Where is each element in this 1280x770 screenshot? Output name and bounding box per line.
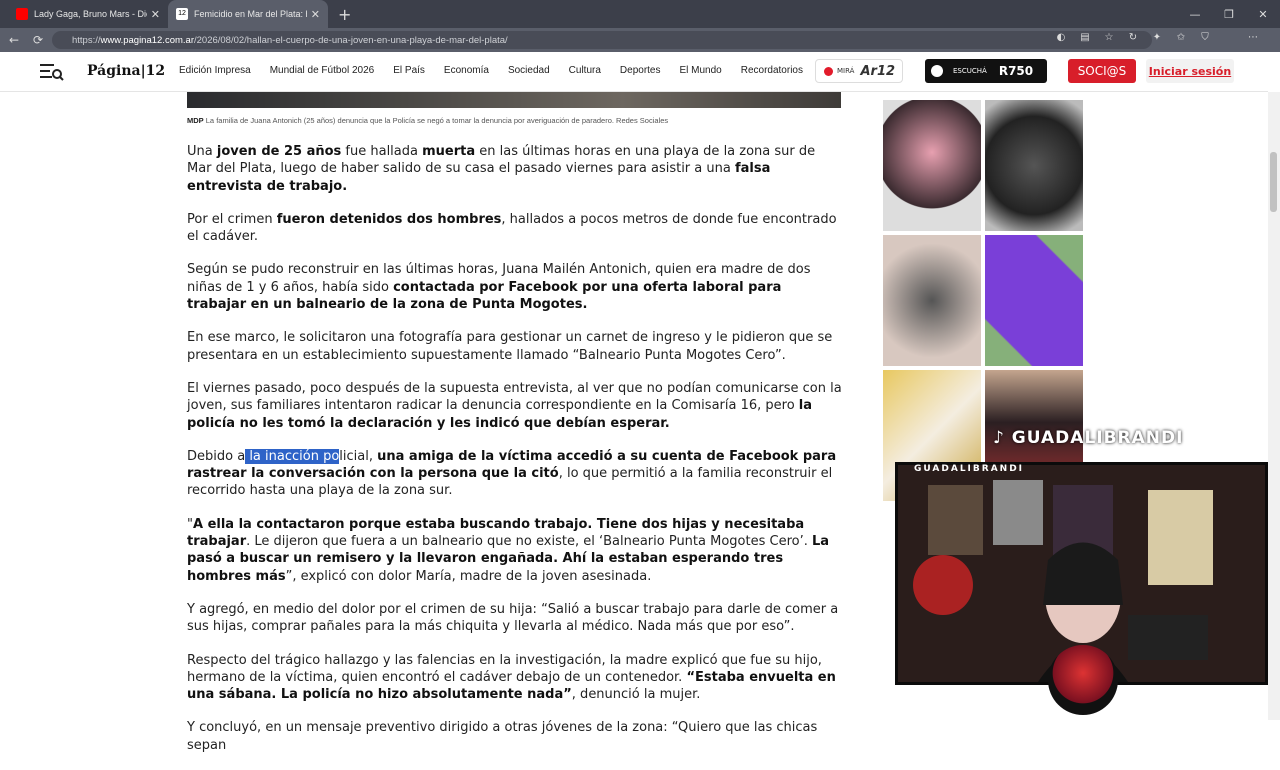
site-logo[interactable]: Página|12 <box>87 63 165 79</box>
text-run: El viernes pasado, poco después de la su… <box>187 380 842 414</box>
nav-item-el-mundo[interactable]: El Mundo <box>679 65 721 76</box>
restore-icon[interactable]: ❐ <box>1212 0 1246 28</box>
article-paragraph: En ese marco, le solicitaron una fotogra… <box>187 329 842 364</box>
extension-icon[interactable]: ◐ <box>1054 32 1068 46</box>
url-path: /2026/08/02/hallan-el-cuerpo-de-una-jove… <box>193 34 508 46</box>
text-run: Por el crimen <box>187 211 277 227</box>
article-paragraph: Según se pudo reconstruir en las últimas… <box>187 261 842 313</box>
login-button[interactable]: Iniciar sesión <box>1146 59 1234 83</box>
text-run: En ese marco, le solicitaron una fotogra… <box>187 330 833 363</box>
close-tab-icon[interactable]: ✕ <box>151 8 160 21</box>
scrollbar-thumb[interactable] <box>1270 152 1277 212</box>
tiktok-handle: ♪ GUADALIBRANDI <box>993 428 1184 448</box>
favorites-icon[interactable]: ✩ <box>1174 32 1188 46</box>
article-paragraph: "A ella la contactaron porque estaba bus… <box>187 516 842 585</box>
tab-title: Femicidio en Mar del Plata: hallan <box>194 9 307 19</box>
nav-item-el-pais[interactable]: El País <box>393 65 425 76</box>
article-paragraph: Respecto del trágico hallazgo y las fale… <box>187 652 842 704</box>
article-paragraph: Por el crimen fueron detenidos dos hombr… <box>187 211 842 246</box>
ad-image[interactable] <box>985 235 1083 366</box>
radio-button[interactable]: ESCUCHÁ R750 <box>925 59 1047 83</box>
refresh-page-icon[interactable]: ↻ <box>1126 32 1140 46</box>
main-nav: Edición Impresa Mundial de Fútbol 2026 E… <box>179 65 822 76</box>
shield-icon[interactable]: ⛉ <box>1198 32 1212 46</box>
scrollbar[interactable] <box>1268 92 1280 720</box>
tab-bar: Lady Gaga, Bruno Mars - Die ✕ 12 Femicid… <box>0 0 1280 28</box>
text-run: fue hallada <box>341 144 423 159</box>
article-paragraph: Una joven de 25 años fue hallada muerta … <box>187 143 842 195</box>
radio-label: ESCUCHÁ <box>953 67 987 75</box>
selected-text: la inacción po <box>245 448 340 464</box>
text-run: licial, <box>339 448 378 464</box>
cam-label: GUADALIBRANDI <box>914 464 1025 474</box>
play-icon <box>931 65 943 77</box>
caption-text: La familia de Juana Antonich (25 años) d… <box>205 116 669 125</box>
live-tv-button[interactable]: MIRÁ Ar12 <box>815 59 903 83</box>
pagina12-favicon-icon: 12 <box>176 8 188 20</box>
live-dot-icon <box>824 66 833 76</box>
text-run: ”, explicó con dolor María, madre de la … <box>285 568 652 584</box>
live-brand: Ar12 <box>860 63 896 79</box>
bold-text: joven de 25 años <box>216 144 342 159</box>
close-tab-icon[interactable]: ✕ <box>311 8 320 21</box>
url-domain: www.pagina12.com.ar <box>100 34 194 46</box>
text-run: Y agregó, en medio del dolor por el crim… <box>187 601 839 635</box>
youtube-icon <box>16 8 28 20</box>
reload-icon[interactable]: ⟳ <box>26 33 50 47</box>
back-icon[interactable]: ← <box>2 33 26 47</box>
minimize-icon[interactable]: — <box>1178 0 1212 28</box>
tab-pagina12[interactable]: 12 Femicidio en Mar del Plata: hallan ✕ <box>168 0 328 28</box>
live-label: MIRÁ <box>837 67 855 75</box>
more-icon[interactable]: ⋯ <box>1246 32 1260 46</box>
menu-search-icon[interactable] <box>40 62 64 82</box>
article-photo <box>187 92 841 108</box>
article-body: Una joven de 25 años fue hallada muerta … <box>187 143 842 770</box>
bold-text: muerta <box>422 144 476 159</box>
article-paragraph: Y concluyó, en un mensaje preventivo dir… <box>187 719 842 754</box>
article-paragraph: El viernes pasado, poco después de la su… <box>187 380 842 432</box>
nav-item-sociedad[interactable]: Sociedad <box>508 65 550 76</box>
ad-image[interactable] <box>883 235 981 366</box>
photo-caption: MDP La familia de Juana Antonich (25 año… <box>187 116 668 125</box>
site-header: Página|12 Edición Impresa Mundial de Fút… <box>0 52 1268 92</box>
tab-youtube[interactable]: Lady Gaga, Bruno Mars - Die ✕ <box>8 0 168 28</box>
tab-title: Lady Gaga, Bruno Mars - Die <box>34 9 147 19</box>
nav-item-economia[interactable]: Economía <box>444 65 489 76</box>
url-field[interactable]: https://www.pagina12.com.ar/2026/08/02/h… <box>52 31 1152 49</box>
socios-button[interactable]: SOCI@S <box>1068 59 1136 83</box>
streamer-avatar <box>1048 645 1118 715</box>
bold-text: fueron detenidos dos hombres <box>276 211 502 227</box>
url-prefix: https:// <box>72 34 101 46</box>
article-paragraph: Debido a la inacción policial, una amiga… <box>187 448 842 500</box>
bookmark-star-icon[interactable]: ☆ <box>1102 32 1116 46</box>
text-run: . Le dijeron que fuera a un balneario qu… <box>246 534 812 550</box>
radio-brand: R750 <box>998 64 1034 78</box>
ad-image[interactable] <box>883 100 981 231</box>
reader-icon[interactable]: ▤ <box>1078 32 1092 46</box>
address-bar-row: ← ⟳ https://www.pagina12.com.ar/2026/08/… <box>0 28 1280 75</box>
nav-item-deportes[interactable]: Deportes <box>620 65 661 76</box>
nav-item-recordatorios[interactable]: Recordatorios <box>741 65 803 76</box>
nav-item-cultura[interactable]: Cultura <box>569 65 601 76</box>
close-window-icon[interactable]: ✕ <box>1246 0 1280 28</box>
article-paragraph: Y agregó, en medio del dolor por el crim… <box>187 601 842 636</box>
nav-item-edicion-impresa[interactable]: Edición Impresa <box>179 65 251 76</box>
caption-source: MDP <box>187 116 204 125</box>
new-tab-button[interactable]: + <box>338 5 351 24</box>
text-run: Una <box>187 144 217 159</box>
text-run: Y concluyó, en un mensaje preventivo dir… <box>187 720 818 753</box>
text-run: , denunció la mujer. <box>571 687 701 703</box>
text-run: Debido a <box>187 448 246 464</box>
puzzle-icon[interactable]: ✦ <box>1150 32 1164 46</box>
nav-item-mundial[interactable]: Mundial de Fútbol 2026 <box>270 65 375 76</box>
ad-image[interactable] <box>985 100 1083 231</box>
